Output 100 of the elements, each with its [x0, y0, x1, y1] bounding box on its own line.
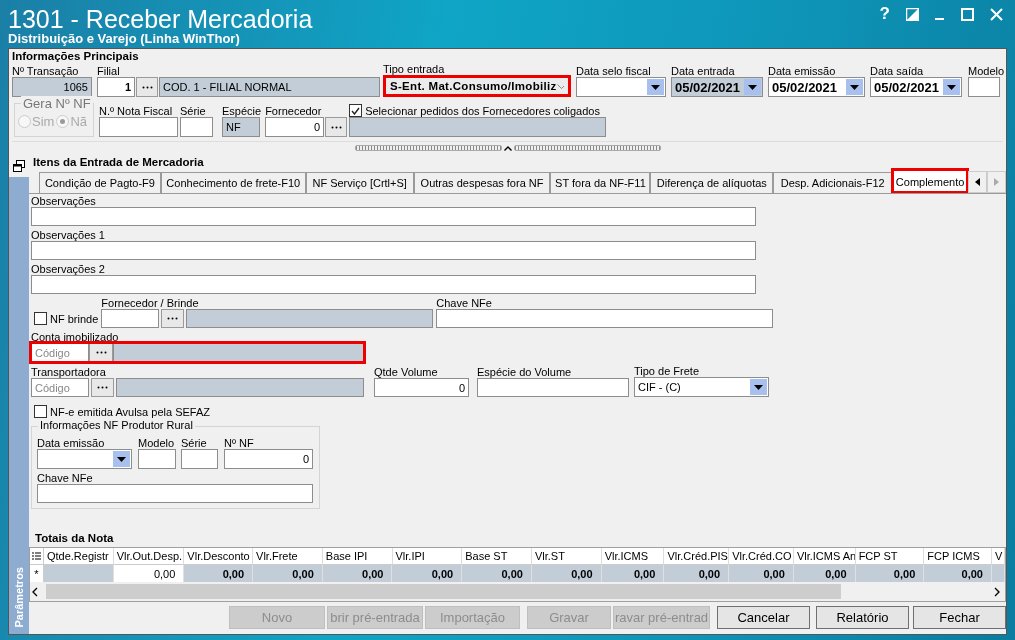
list-icon[interactable] — [31, 551, 41, 561]
volume-quantity-field[interactable]: 0 — [374, 378, 469, 397]
field-label: Fornecedor — [265, 105, 323, 117]
dropdown-arrow-icon — [850, 84, 859, 90]
splitter-grip[interactable] — [513, 145, 661, 151]
model-field[interactable] — [138, 449, 176, 469]
entry-type-dropdown[interactable]: S-Ent. Mat.Consumo/Imobiliz — [383, 75, 571, 97]
invoice-number-field[interactable]: 0 — [224, 449, 313, 469]
transaction-field: 1065 — [12, 77, 92, 97]
more-icon — [167, 317, 179, 320]
table-cell: 0,00 — [184, 565, 254, 582]
splitter-grip[interactable] — [354, 145, 502, 151]
action-button[interactable]: Cancelar — [717, 606, 810, 629]
date-field[interactable] — [576, 77, 666, 97]
close-icon[interactable] — [990, 7, 1003, 21]
date-field[interactable]: 05/02/2021 — [768, 77, 865, 97]
invoice-number-field[interactable] — [99, 117, 178, 137]
field-label: Espécie do Volume — [477, 366, 573, 378]
table-cell: 0,00 — [253, 565, 323, 582]
section-title: Informações Principais — [12, 50, 140, 63]
nfe-key-field[interactable] — [436, 309, 774, 328]
gift-supplier-field[interactable] — [101, 309, 160, 328]
dropdown-arrow-icon — [117, 456, 126, 462]
carrier-field[interactable]: Código — [31, 378, 89, 397]
radio-button[interactable] — [56, 115, 70, 128]
tab[interactable]: Diferença de alíquotas — [650, 172, 774, 193]
action-button[interactable]: Relatório — [816, 606, 909, 629]
radio-label: Sim — [32, 114, 55, 129]
theme-icon[interactable] — [906, 7, 919, 21]
checkbox[interactable] — [34, 405, 47, 418]
scroll-left-button[interactable] — [968, 171, 987, 193]
notes-field[interactable] — [31, 241, 756, 260]
tab[interactable]: Conhecimento de frete-F10 — [160, 172, 306, 193]
field-label: Data selo fiscal — [576, 65, 652, 77]
notes-field[interactable] — [31, 207, 756, 226]
lookup-button[interactable] — [89, 343, 113, 362]
field-label: Fornecedor / Brinde — [101, 297, 200, 309]
lookup-button[interactable] — [161, 309, 185, 328]
scrollbar-thumb[interactable] — [46, 584, 841, 599]
collapse-up-icon[interactable] — [503, 145, 512, 151]
table-cell: 0,00 — [601, 565, 665, 582]
table-cell: 0,00 — [855, 565, 925, 582]
table-cell: 0,00 — [462, 565, 532, 582]
dropdown-arrow-icon — [651, 84, 660, 90]
date-field[interactable] — [37, 449, 132, 469]
more-icon — [97, 386, 108, 389]
volume-species-field[interactable] — [477, 378, 629, 397]
field-label: Série — [180, 105, 207, 117]
windows-icon[interactable] — [13, 160, 25, 172]
tab[interactable]: ST fora da NF-F11 — [550, 172, 651, 193]
lookup-button[interactable] — [91, 378, 114, 397]
more-icon — [141, 85, 153, 89]
field-label: Série — [181, 437, 208, 449]
group-title: Informações NF Produtor Rural — [38, 419, 195, 431]
field-label: Espécie — [222, 105, 262, 117]
table-cell: 0,00 — [392, 565, 463, 582]
checkbox-label: Selecionar pedidos dos Fornecedores coligados — [365, 104, 600, 117]
chevron-down-icon — [556, 83, 564, 89]
maximize-icon[interactable] — [961, 7, 974, 21]
date-field[interactable]: 05/02/2021 — [870, 77, 962, 97]
checkbox-label: NF-e emitida Avulsa pela SEFAZ — [50, 405, 210, 418]
field-label: N.º Nota Fiscal — [99, 105, 174, 117]
field-label: Chave NFe — [37, 472, 94, 484]
field-label: Nº Transação — [12, 65, 80, 77]
checkbox[interactable] — [349, 104, 363, 117]
table-cell: 0,00 — [729, 565, 794, 582]
radio-label: Nã — [70, 114, 87, 129]
dropdown-arrow-icon — [754, 384, 763, 390]
table-cell: 0,00 — [664, 565, 730, 582]
table-cell: 0,00 — [924, 565, 992, 582]
series-field[interactable] — [181, 449, 218, 469]
radio-button[interactable] — [18, 115, 31, 128]
field-label: Transportadora — [31, 366, 107, 378]
branch-name-field: COD. 1 - FILIAL NORMAL — [159, 77, 380, 97]
nfe-key-field[interactable] — [37, 484, 313, 503]
more-icon — [330, 125, 342, 129]
asset-account-field[interactable]: Código — [31, 343, 89, 362]
tab[interactable]: Complemento — [892, 169, 969, 193]
tab[interactable]: Desp. Adicionais-F12 — [773, 172, 893, 193]
model-field[interactable] — [968, 77, 1000, 97]
arrow-left-icon — [975, 178, 980, 186]
freight-type-dropdown[interactable]: CIF - (C) — [634, 377, 769, 397]
group-title: Gera Nº NF — [21, 96, 93, 111]
help-button[interactable]: ? — [879, 4, 890, 24]
tab[interactable]: Condição de Pagto-F9 — [39, 172, 161, 193]
field-label: Observações 2 — [31, 263, 106, 275]
field-label: Data saída — [870, 65, 925, 77]
field-label: Tipo de Frete — [634, 365, 700, 377]
action-button[interactable]: Fechar — [913, 606, 1006, 629]
table-cell: 0,00 — [793, 565, 856, 582]
supplier-field[interactable]: 0 — [265, 117, 325, 137]
notes-field[interactable] — [31, 275, 756, 294]
series-field[interactable] — [180, 117, 213, 137]
dropdown-arrow-icon — [748, 84, 757, 90]
tab[interactable]: NF Serviço [Crtl+S] — [305, 172, 414, 193]
branch-code-field[interactable]: 1 — [97, 77, 135, 97]
tab[interactable]: Outras despesas fora NF — [413, 172, 551, 193]
table-cell: 0,00 — [322, 565, 393, 582]
checkbox[interactable] — [34, 312, 47, 325]
lookup-button[interactable] — [136, 77, 158, 97]
